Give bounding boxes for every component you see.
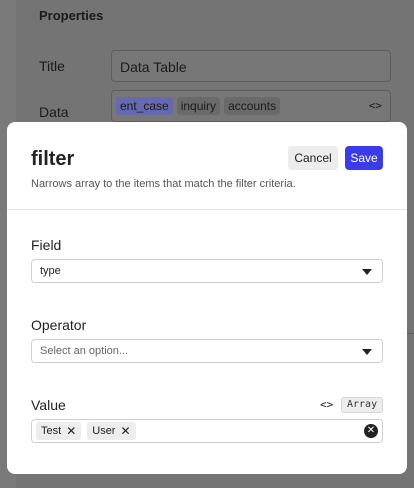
code-icon[interactable]: <> xyxy=(320,398,333,411)
value-tag: User ✕ xyxy=(87,422,136,440)
value-label: Value xyxy=(31,397,66,413)
data-chip[interactable]: accounts xyxy=(224,97,281,115)
save-button[interactable]: Save xyxy=(345,146,383,170)
modal-subtitle: Narrows array to the items that match th… xyxy=(31,178,296,190)
modal-title: filter xyxy=(31,148,75,170)
field-label: Field xyxy=(31,237,62,253)
title-label: Title xyxy=(39,58,65,74)
data-input[interactable]: ent_case inquiry accounts <> xyxy=(111,90,391,122)
cancel-button[interactable]: Cancel xyxy=(288,146,338,170)
data-label: Data xyxy=(39,104,69,120)
value-tag-label: User xyxy=(92,425,116,437)
chevron-down-icon xyxy=(362,349,372,355)
value-tags-input[interactable]: Test ✕ User ✕ ✕ xyxy=(31,419,383,443)
title-input[interactable]: Data Table xyxy=(111,50,391,82)
operator-label: Operator xyxy=(31,317,87,333)
array-type-badge[interactable]: Array xyxy=(341,397,384,413)
clear-all-icon[interactable]: ✕ xyxy=(364,424,378,438)
data-chip[interactable]: ent_case xyxy=(116,97,173,115)
close-icon[interactable]: ✕ xyxy=(66,425,76,437)
data-chip[interactable]: inquiry xyxy=(176,97,221,115)
operator-select-placeholder: Select an option... xyxy=(40,345,129,357)
field-select[interactable]: type xyxy=(31,259,383,283)
value-tag-label: Test xyxy=(41,425,62,437)
close-icon[interactable]: ✕ xyxy=(120,425,130,437)
filter-modal: filter Cancel Save Narrows array to the … xyxy=(7,122,407,474)
properties-title: Properties xyxy=(39,8,104,23)
code-icon[interactable]: <> xyxy=(369,99,382,112)
operator-select[interactable]: Select an option... xyxy=(31,339,383,363)
field-select-value: type xyxy=(40,265,61,277)
divider xyxy=(7,209,407,210)
value-tag: Test ✕ xyxy=(36,422,82,440)
chevron-down-icon xyxy=(362,269,372,275)
